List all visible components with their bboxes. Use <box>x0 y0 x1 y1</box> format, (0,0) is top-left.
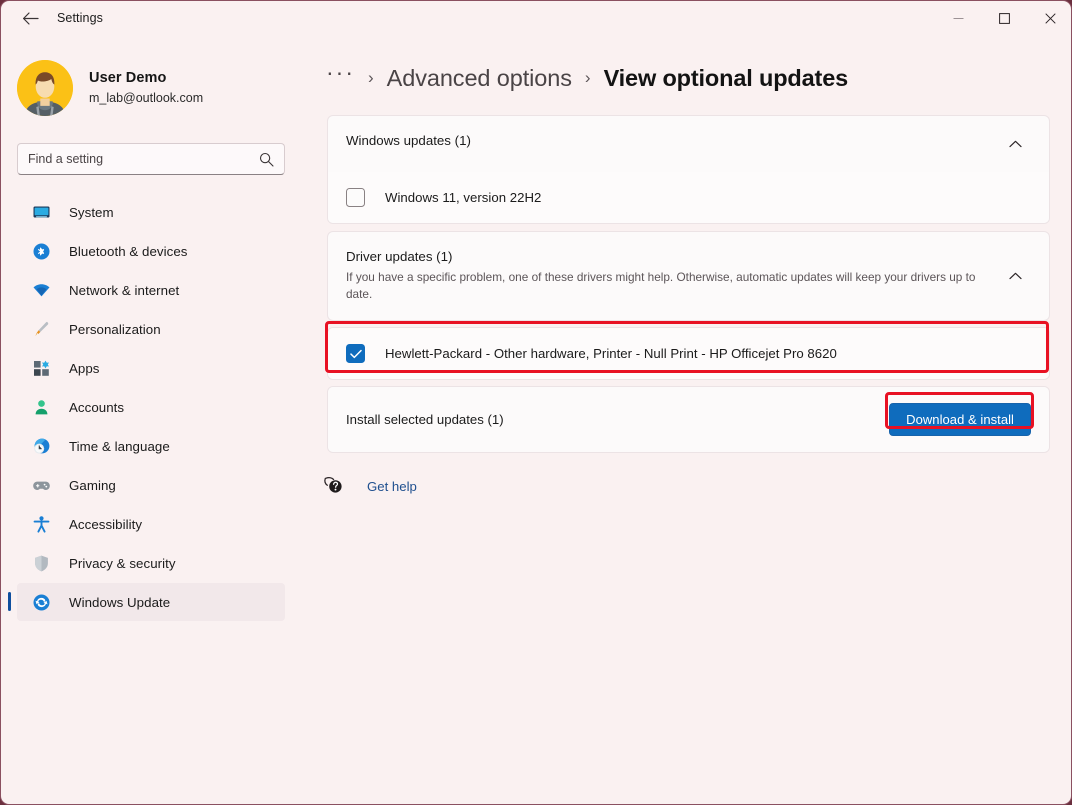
sidebar-item-network-internet[interactable]: Network & internet <box>17 271 285 309</box>
sidebar-item-label: Gaming <box>69 478 116 493</box>
windows-update-item-label: Windows 11, version 22H2 <box>385 190 541 205</box>
sidebar-item-privacy-security[interactable]: Privacy & security <box>17 544 285 582</box>
apps-grid-icon <box>31 358 51 378</box>
windows-updates-card: Windows updates (1) Windows 11, version … <box>327 115 1050 224</box>
driver-updates-title: Driver updates (1) <box>346 249 999 264</box>
back-button[interactable] <box>15 4 45 32</box>
close-button[interactable] <box>1027 1 1072 35</box>
breadcrumb: ··· › Advanced options › View optional u… <box>326 61 1072 95</box>
install-selected-card: Install selected updates (1) Download & … <box>327 386 1050 453</box>
windows-updates-header[interactable]: Windows updates (1) <box>328 116 1049 172</box>
driver-update-item-label: Hewlett-Packard - Other hardware, Printe… <box>385 346 837 361</box>
sidebar-item-gaming[interactable]: Gaming <box>17 466 285 504</box>
windows-update-checkbox[interactable] <box>346 188 365 207</box>
driver-updates-header-text: Driver updates (1) If you have a specifi… <box>346 249 999 303</box>
maximize-icon <box>999 13 1010 24</box>
get-help-label: Get help <box>367 479 417 494</box>
sidebar-item-bluetooth-devices[interactable]: Bluetooth & devices <box>17 232 285 270</box>
gamepad-icon <box>31 475 51 495</box>
driver-updates-card: Driver updates (1) If you have a specifi… <box>327 231 1050 321</box>
settings-window: Settings <box>0 0 1072 805</box>
minimize-button[interactable] <box>935 1 981 35</box>
breadcrumb-separator: › <box>368 68 374 88</box>
sidebar-item-label: Accounts <box>69 400 124 415</box>
search-box[interactable] <box>17 143 285 175</box>
account-block[interactable]: User Demo m_lab@outlook.com <box>17 59 301 117</box>
breadcrumb-separator: › <box>585 68 591 88</box>
window-title: Settings <box>57 11 103 25</box>
page-title: View optional updates <box>604 65 849 92</box>
sidebar-item-label: Privacy & security <box>69 556 176 571</box>
monitor-icon <box>31 202 51 222</box>
chevron-up-icon[interactable] <box>999 133 1031 155</box>
driver-updates-description: If you have a specific problem, one of t… <box>346 269 999 303</box>
avatar-illustration-icon <box>17 60 73 116</box>
sidebar-item-accessibility[interactable]: Accessibility <box>17 505 285 543</box>
help-bubble-icon <box>323 475 345 497</box>
bluetooth-icon <box>31 241 51 261</box>
account-meta: User Demo m_lab@outlook.com <box>89 69 203 106</box>
sidebar-item-personalization[interactable]: Personalization <box>17 310 285 348</box>
sidebar-item-label: Bluetooth & devices <box>69 244 187 259</box>
breadcrumb-link-advanced-options[interactable]: Advanced options <box>387 65 572 92</box>
paintbrush-icon <box>31 319 51 339</box>
driver-update-checkbox[interactable] <box>346 344 365 363</box>
sidebar-item-label: Network & internet <box>69 283 179 298</box>
accessibility-person-icon <box>31 514 51 534</box>
back-arrow-icon <box>22 11 39 26</box>
sidebar-item-label: Windows Update <box>69 595 170 610</box>
sidebar-item-label: Time & language <box>69 439 170 454</box>
download-and-install-button[interactable]: Download & install <box>889 403 1031 436</box>
sidebar-nav: System Bluetooth & devices <box>1 193 301 621</box>
search-icon <box>259 152 274 167</box>
sidebar-item-label: Apps <box>69 361 100 376</box>
checkmark-icon <box>350 349 362 359</box>
sidebar-item-windows-update[interactable]: Windows Update <box>17 583 285 621</box>
sidebar-item-label: System <box>69 205 114 220</box>
clock-globe-icon <box>31 436 51 456</box>
person-icon <box>31 397 51 417</box>
windows-update-item-row[interactable]: Windows 11, version 22H2 <box>328 172 1049 223</box>
install-selected-row: Install selected updates (1) Download & … <box>328 387 1049 452</box>
install-selected-label: Install selected updates (1) <box>346 412 889 427</box>
sidebar-item-time-language[interactable]: Time & language <box>17 427 285 465</box>
driver-updates-header[interactable]: Driver updates (1) If you have a specifi… <box>328 232 1049 320</box>
shield-icon <box>31 553 51 573</box>
driver-update-item-card: Hewlett-Packard - Other hardware, Printe… <box>327 327 1050 380</box>
sidebar-item-accounts[interactable]: Accounts <box>17 388 285 426</box>
sidebar-item-apps[interactable]: Apps <box>17 349 285 387</box>
sidebar-item-system[interactable]: System <box>17 193 285 231</box>
sidebar-item-label: Personalization <box>69 322 161 337</box>
driver-update-item-row[interactable]: Hewlett-Packard - Other hardware, Printe… <box>328 328 1049 379</box>
sidebar: User Demo m_lab@outlook.com S <box>1 35 301 805</box>
get-help-link[interactable]: Get help <box>323 475 417 497</box>
update-refresh-icon <box>31 592 51 612</box>
account-name: User Demo <box>89 69 203 89</box>
wifi-icon <box>31 280 51 300</box>
windows-updates-header-text: Windows updates (1) <box>346 133 999 148</box>
window-controls <box>935 1 1072 35</box>
minimize-icon <box>953 13 964 24</box>
account-email: m_lab@outlook.com <box>89 90 203 107</box>
search-input[interactable] <box>28 152 259 166</box>
sidebar-item-label: Accessibility <box>69 517 142 532</box>
main-content: ··· › Advanced options › View optional u… <box>301 35 1072 805</box>
windows-updates-title: Windows updates (1) <box>346 133 999 148</box>
chevron-up-icon[interactable] <box>999 265 1031 287</box>
avatar <box>17 60 73 116</box>
maximize-button[interactable] <box>981 1 1027 35</box>
breadcrumb-overflow-button[interactable]: ··· <box>326 67 355 89</box>
title-bar: Settings <box>1 1 1072 35</box>
close-icon <box>1045 13 1056 24</box>
updates-card-list: Windows updates (1) Windows 11, version … <box>327 115 1050 453</box>
